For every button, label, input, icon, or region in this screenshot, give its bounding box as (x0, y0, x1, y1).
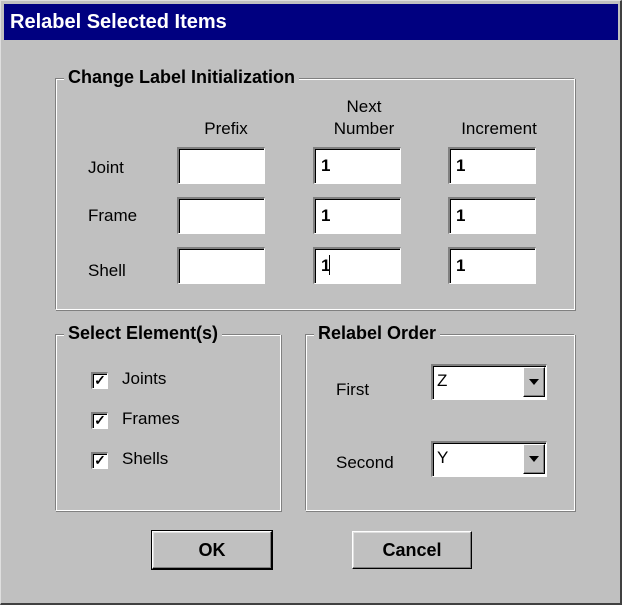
joint-increment-input[interactable] (448, 147, 536, 184)
text-cursor (329, 255, 330, 275)
relabel-dialog: Relabel Selected Items Change Label Init… (0, 0, 622, 605)
frame-prefix-input[interactable] (177, 197, 265, 234)
second-order-select[interactable]: Y (431, 441, 547, 477)
shells-checkbox-label[interactable]: Shells (122, 449, 168, 469)
second-order-dropdown-arrow-icon[interactable] (523, 444, 545, 474)
select-elements-group: Select Element(s) ✓ Joints ✓ Frames ✓ Sh… (55, 321, 281, 511)
shells-checkbox[interactable]: ✓ (91, 452, 108, 469)
relabel-order-group: Relabel Order First Z Second Y (305, 321, 575, 511)
dialog-title: Relabel Selected Items (4, 4, 618, 40)
prefix-column-header: Prefix (204, 119, 248, 138)
next-number-column-header-line2: Number (333, 119, 395, 138)
shell-row-label: Shell (88, 261, 126, 280)
frames-checkbox-label[interactable]: Frames (122, 409, 180, 429)
first-order-label: First (336, 380, 370, 399)
joints-checkbox-label[interactable]: Joints (122, 369, 166, 389)
first-order-dropdown-arrow-icon[interactable] (523, 367, 545, 397)
label-initialization-group: Change Label Initialization Prefix Next … (55, 65, 575, 310)
shell-increment-input[interactable] (448, 247, 536, 284)
increment-column-header: Increment (461, 119, 537, 138)
frames-checkbox[interactable]: ✓ (91, 412, 108, 429)
label-initialization-title: Change Label Initialization (64, 65, 300, 89)
second-order-value: Y (437, 448, 449, 467)
frame-next-number-input[interactable] (313, 197, 401, 234)
second-order-label: Second (336, 453, 394, 472)
relabel-order-title: Relabel Order (314, 321, 441, 345)
first-order-select[interactable]: Z (431, 364, 547, 400)
joint-prefix-input[interactable] (177, 147, 265, 184)
shell-prefix-input[interactable] (177, 247, 265, 284)
next-number-column-header-line1: Next (346, 97, 382, 116)
select-elements-title: Select Element(s) (64, 321, 223, 345)
joint-row-label: Joint (88, 158, 124, 177)
frame-increment-input[interactable] (448, 197, 536, 234)
frame-row-label: Frame (88, 206, 138, 225)
joints-checkbox[interactable]: ✓ (91, 372, 108, 389)
joint-next-number-input[interactable] (313, 147, 401, 184)
ok-button[interactable]: OK (151, 530, 273, 570)
shell-next-number-input[interactable] (313, 247, 401, 284)
first-order-value: Z (437, 371, 448, 390)
cancel-button[interactable]: Cancel (352, 531, 472, 569)
